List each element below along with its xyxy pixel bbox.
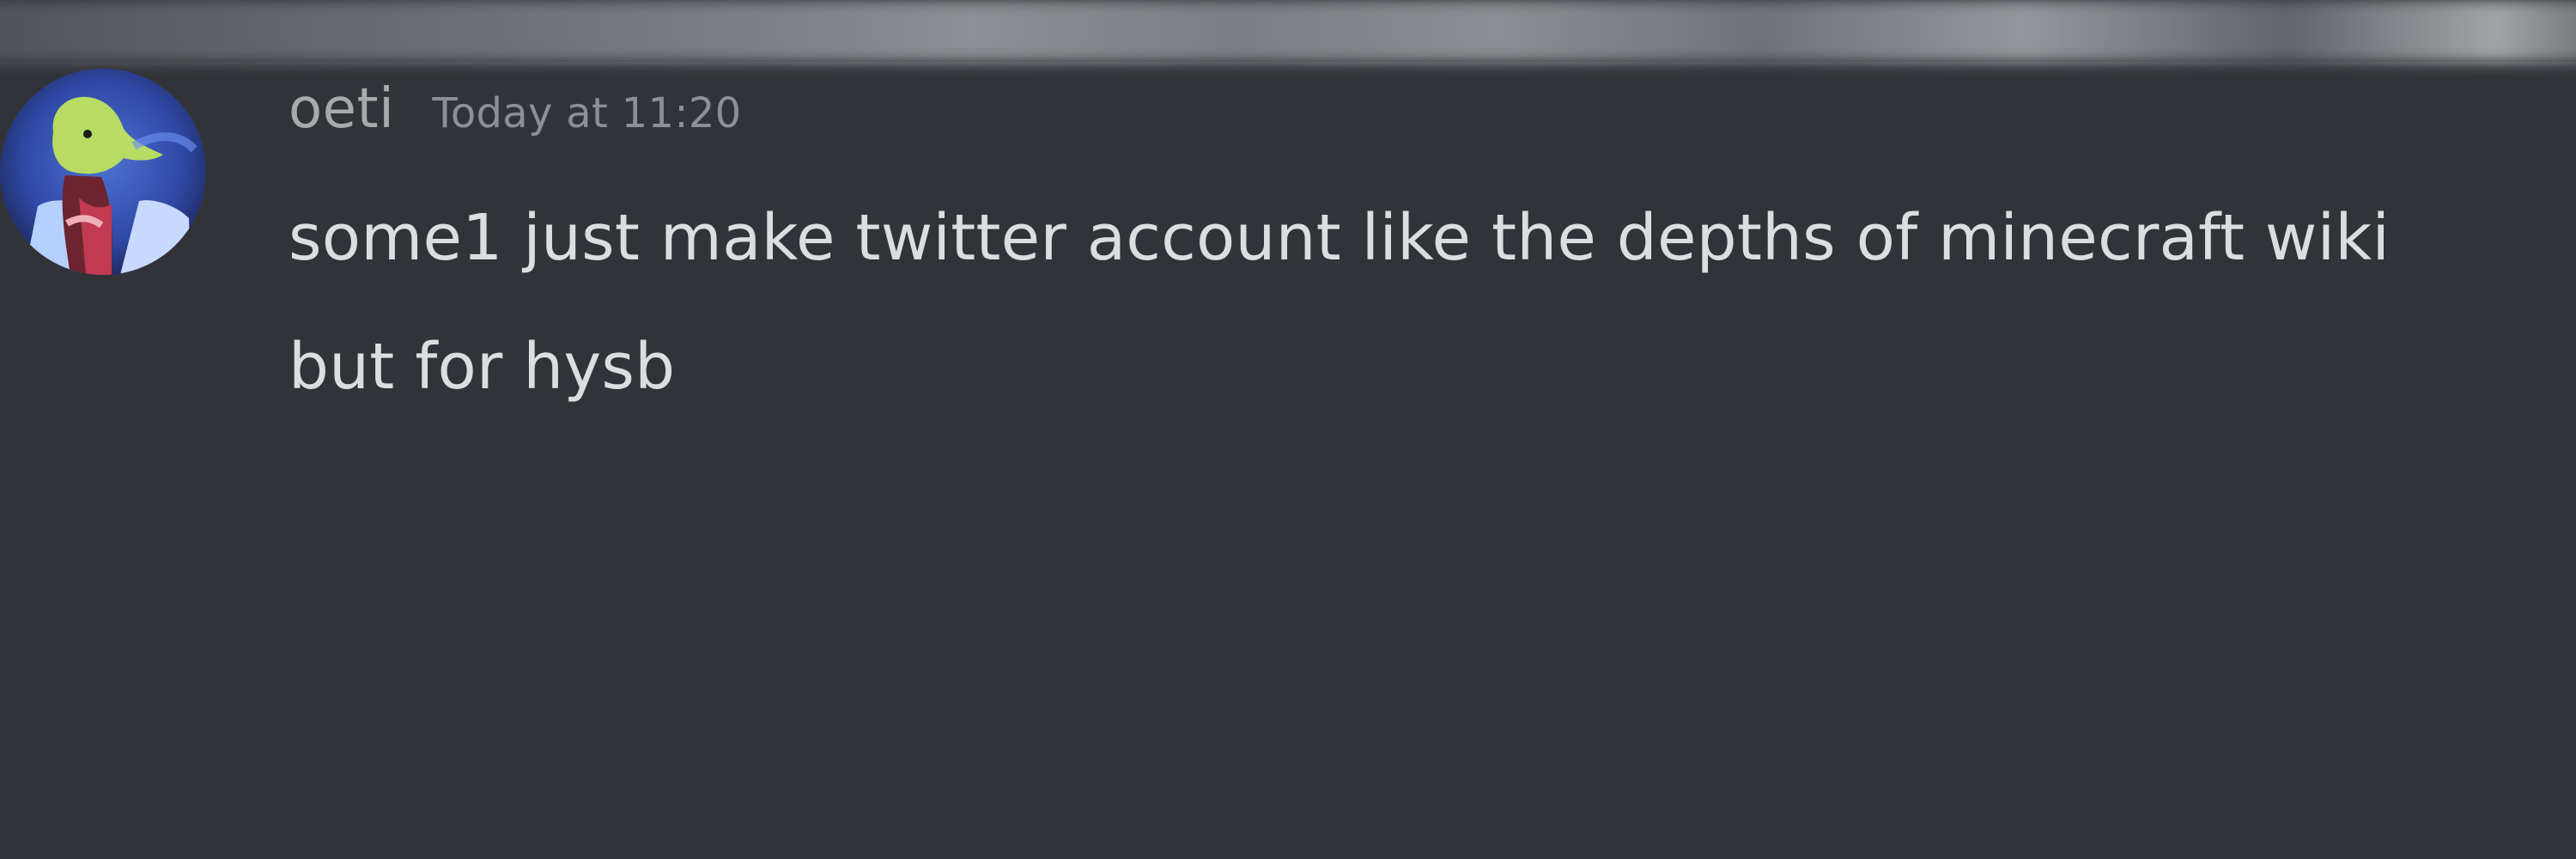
top-strip-overlay bbox=[0, 0, 2576, 62]
message-line-2: but for hysb bbox=[289, 330, 676, 404]
avatar-icon bbox=[0, 69, 206, 275]
message-timestamp: Today at 11:20 bbox=[432, 89, 742, 137]
message-line-1: some1 just make twitter account like the… bbox=[289, 201, 2391, 275]
discord-screenshot: oeti Today at 11:20 some1 just make twit… bbox=[0, 0, 2576, 859]
message-content: some1 just make twitter account like the… bbox=[289, 174, 2538, 431]
username-link[interactable]: oeti bbox=[289, 79, 394, 139]
chat-message: oeti Today at 11:20 some1 just make twit… bbox=[0, 62, 2576, 859]
message-header: oeti Today at 11:20 bbox=[289, 79, 742, 139]
user-avatar[interactable] bbox=[0, 69, 206, 275]
